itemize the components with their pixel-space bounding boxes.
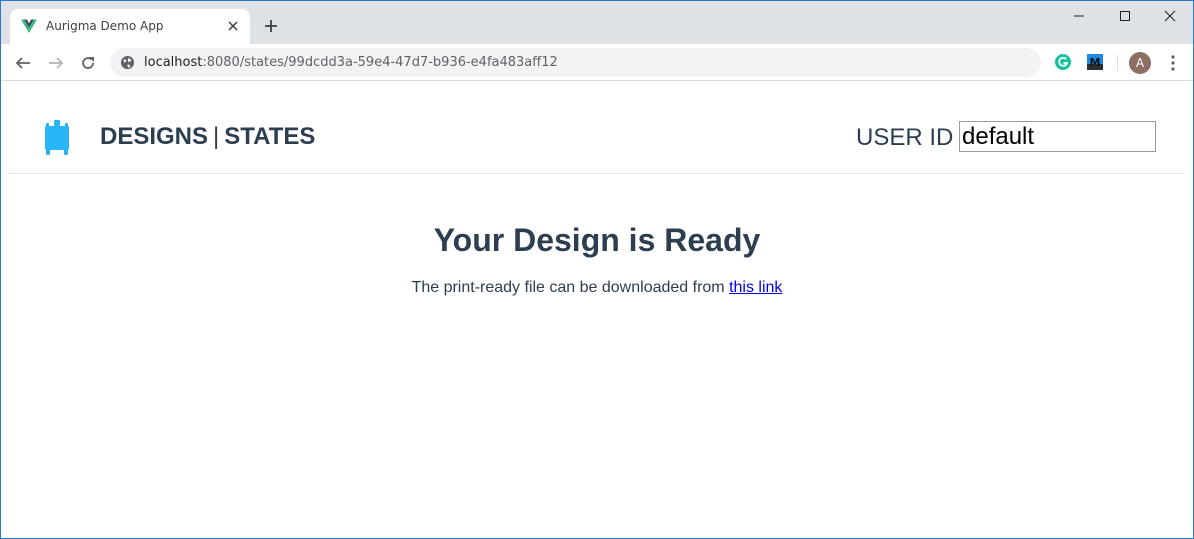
user-id-label: USER ID <box>856 124 954 151</box>
browser-tab[interactable]: Aurigma Demo App <box>10 9 250 44</box>
back-icon[interactable] <box>11 51 35 75</box>
page-title: Your Design is Ready <box>433 222 761 258</box>
forward-icon[interactable] <box>44 51 68 75</box>
browser-toolbar: localhost:8080/states/99dcdd3a-59e4-47d7… <box>1 44 1193 81</box>
download-message: The print-ready file can be downloaded f… <box>1 279 1193 297</box>
user-id-input[interactable] <box>959 121 1156 152</box>
minimize-icon[interactable] <box>1056 1 1102 31</box>
address-bar[interactable]: localhost:8080/states/99dcdd3a-59e4-47d7… <box>110 48 1041 77</box>
maximize-icon[interactable] <box>1102 1 1148 31</box>
nav-designs-link[interactable]: DESIGNS <box>100 123 208 150</box>
toolbar-separator <box>1117 55 1118 71</box>
main-nav: DESIGNS | STATES <box>100 123 315 151</box>
m-extension-icon[interactable]: M <box>1086 53 1104 71</box>
new-tab-icon[interactable] <box>260 15 282 37</box>
more-menu-icon[interactable] <box>1164 52 1182 74</box>
url-text: localhost:8080/states/99dcdd3a-59e4-47d7… <box>144 55 558 70</box>
nav-states-link[interactable]: STATES <box>224 123 315 150</box>
grammarly-icon[interactable] <box>1054 53 1072 71</box>
close-window-icon[interactable] <box>1147 1 1193 31</box>
svg-text:M: M <box>1090 56 1101 69</box>
tab-close-icon[interactable] <box>224 17 242 35</box>
vue-logo-icon <box>21 19 37 33</box>
url-host: localhost <box>144 55 203 70</box>
reload-icon[interactable] <box>76 51 100 75</box>
globe-icon[interactable] <box>120 55 135 70</box>
nav-divider: | <box>213 123 220 150</box>
tab-title: Aurigma Demo App <box>46 19 164 33</box>
url-path: :8080/states/99dcdd3a-59e4-47d7-b936-e4f… <box>202 55 558 70</box>
page-content: DESIGNS|STATES USER ID Your Design is Re… <box>1 81 1193 538</box>
profile-avatar[interactable]: A <box>1129 52 1151 74</box>
app-header: DESIGNS | STATES USER ID <box>9 81 1185 174</box>
browser-window: Aurigma Demo App localhost:8080/states/9… <box>0 0 1194 539</box>
download-link[interactable]: this link <box>729 279 782 296</box>
app-logo-icon <box>45 120 69 155</box>
tab-strip: Aurigma Demo App <box>1 1 1193 44</box>
download-message-text: The print-ready file can be downloaded f… <box>411 279 725 296</box>
